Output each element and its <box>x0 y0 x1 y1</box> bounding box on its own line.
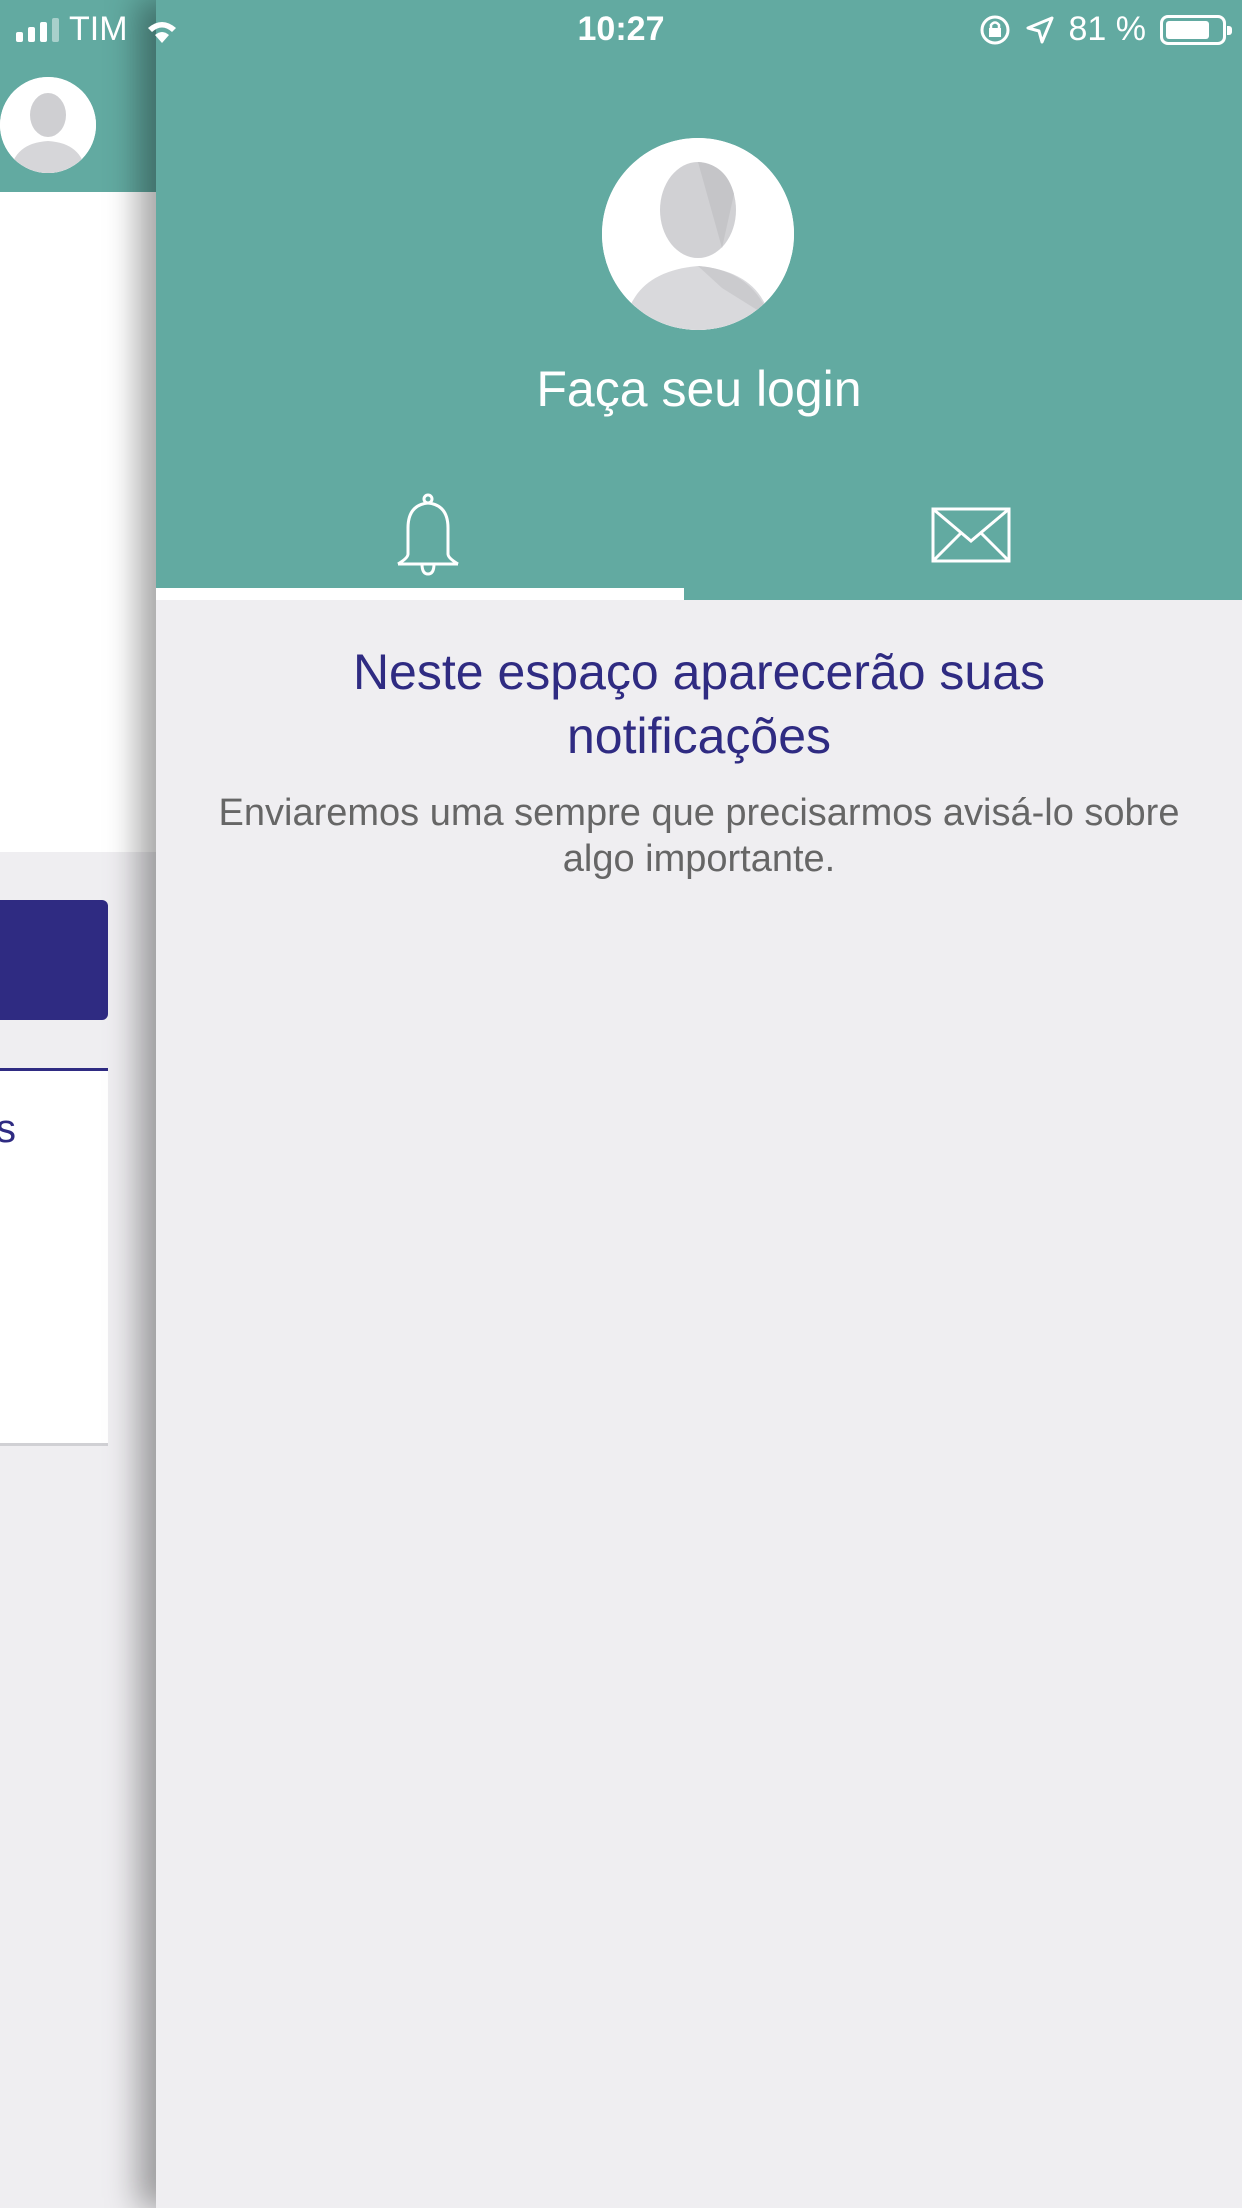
avatar-icon[interactable] <box>0 77 96 173</box>
notifications-drawer: Faça seu login Neste espaço aparecerão s… <box>156 0 1242 2208</box>
battery-icon <box>1160 14 1232 45</box>
tab-messages[interactable] <box>699 470 1242 600</box>
background-primary-button[interactable] <box>0 900 108 1020</box>
battery-percentage: 81 % <box>1068 10 1147 48</box>
battery-fill <box>1166 20 1209 39</box>
status-bar: TIM 10:27 81 % <box>0 0 1242 60</box>
drawer-header: Faça seu login <box>156 0 1242 600</box>
background-app[interactable]: s <box>0 0 156 2208</box>
background-card[interactable]: s <box>0 1068 108 1446</box>
empty-state-subtitle: Enviaremos uma sempre que precisarmos av… <box>218 792 1180 880</box>
location-arrow-icon <box>1026 16 1053 43</box>
background-content-panel <box>0 192 156 852</box>
person-silhouette-icon <box>602 138 794 330</box>
bell-icon <box>396 493 459 576</box>
login-link[interactable]: Faça seu login <box>156 360 1242 418</box>
tab-notifications[interactable] <box>156 470 699 600</box>
envelope-icon <box>931 507 1010 563</box>
empty-state-title: Neste espaço aparecerão suas notificaçõe… <box>352 644 1046 764</box>
status-right: 81 % <box>979 10 1232 49</box>
background-card-text: s <box>0 1107 16 1151</box>
person-silhouette-icon <box>0 77 96 173</box>
selected-tab-indicator <box>156 588 684 600</box>
rotation-lock-icon <box>980 15 1009 44</box>
profile-avatar[interactable] <box>602 138 794 330</box>
